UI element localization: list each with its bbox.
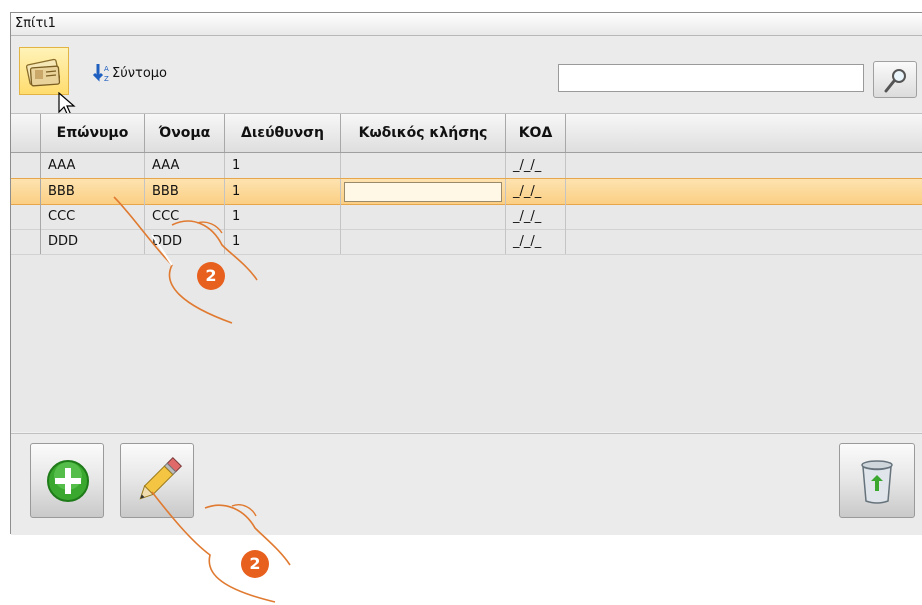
recycle-bin-icon [861,460,893,504]
row-header-corner [11,114,41,152]
row-header[interactable] [11,229,41,254]
cell-kod: _/_/_ [506,153,566,178]
row-header[interactable] [11,179,41,204]
sort-label[interactable]: Σύντομο [112,66,167,81]
step-badge: 2 [241,550,269,578]
bottom-toolbar [11,433,922,535]
cell-call-code-editor[interactable] [341,179,506,204]
window-title: Σπίτι1 [15,16,56,31]
column-call-code[interactable]: Κωδικός κλήσης [341,114,506,152]
svg-text:Z: Z [104,75,109,83]
call-code-edit-box[interactable] [344,182,502,202]
add-contact-button[interactable] [30,443,104,518]
magnifier-icon [884,69,906,93]
column-kod[interactable]: ΚΟΔ [506,114,566,152]
cell-call-code [341,229,506,254]
column-name[interactable]: Όνομα [145,114,225,152]
grid-header: Επώνυμο Όνομα Διεύθυνση Κωδικός κλήσης Κ… [11,114,922,153]
sort-az-icon[interactable]: A Z [92,63,112,83]
cell-kod: _/_/_ [506,204,566,229]
vcard-button[interactable] [19,47,69,95]
cell-call-code [341,204,506,229]
cell-kod: _/_/_ [506,179,566,204]
address-card-icon [25,58,61,87]
search-button[interactable] [873,61,917,98]
step-badge: 2 [197,262,225,290]
column-address[interactable]: Διεύθυνση [225,114,341,152]
toolbar: A Z Σύντομο [11,36,922,117]
search-input[interactable] [558,64,864,92]
row-header[interactable] [11,153,41,178]
cell-kod: _/_/_ [506,229,566,254]
cell-address: 1 [225,153,341,178]
cell-surname: AAA [41,153,145,178]
row-header[interactable] [11,204,41,229]
title-bar: Σπίτι1 [11,13,922,36]
delete-contact-button[interactable] [839,443,915,518]
column-surname[interactable]: Επώνυμο [41,114,145,152]
table-row[interactable]: AAA AAA 1 _/_/_ [11,153,922,179]
pointing-hand-icon [113,196,258,324]
cell-call-code [341,153,506,178]
svg-text:A: A [104,65,109,73]
cell-name: AAA [145,153,225,178]
plus-circle-icon [47,460,89,502]
pointing-hand-icon [151,491,291,603]
